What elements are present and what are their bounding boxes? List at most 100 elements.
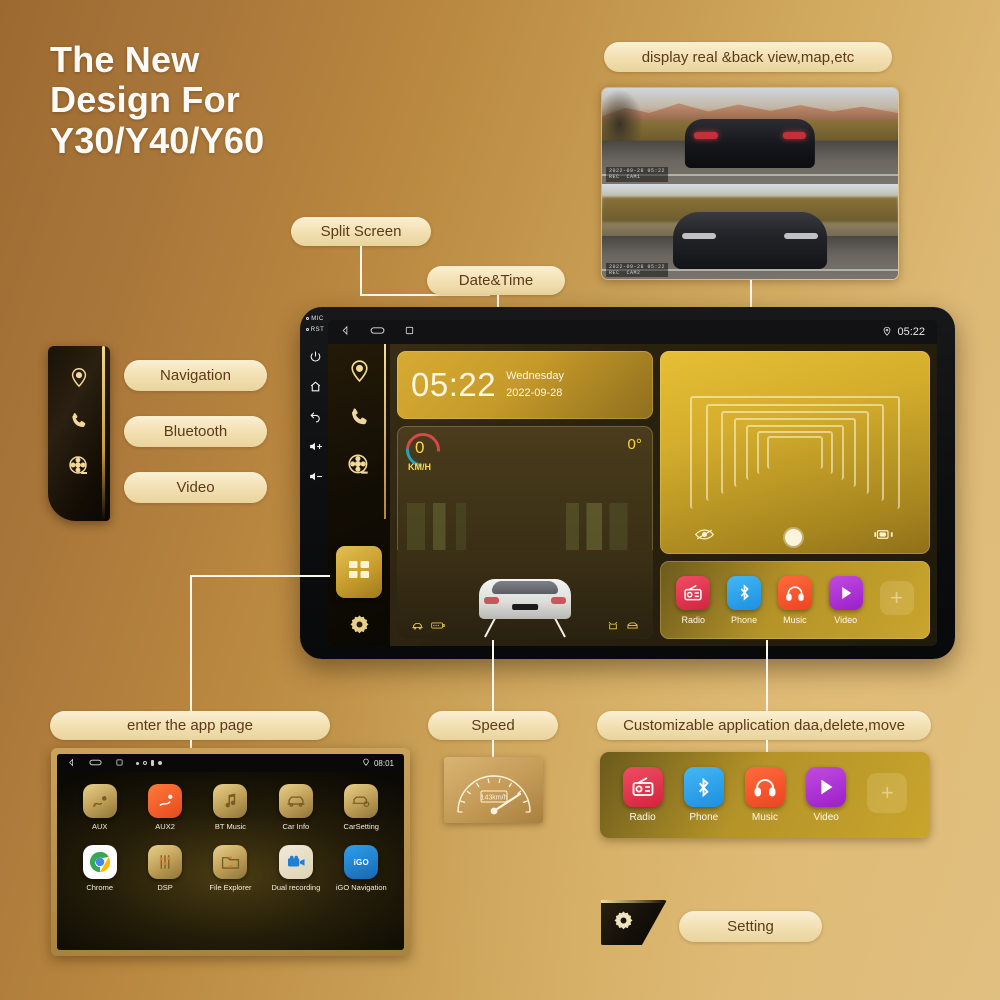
- app-label: AUX: [91, 822, 108, 831]
- app-item-bt-music[interactable]: BT Music: [198, 784, 262, 831]
- app-item-aux2[interactable]: AUX2: [133, 784, 197, 831]
- recents-icon[interactable]: [115, 754, 124, 772]
- dock-app-music[interactable]: Music: [777, 575, 812, 625]
- clock-date-block: Wednesday 2022-09-28: [506, 368, 564, 402]
- usb-icon: [151, 760, 154, 766]
- clock-weekday: Wednesday: [506, 369, 564, 382]
- shutter-icon[interactable]: [785, 528, 803, 546]
- dock-zoom-app-radio[interactable]: Radio: [622, 767, 663, 823]
- app-label: BT Music: [214, 822, 247, 831]
- left-column: 05:22 Wednesday 2022-09-28 0 KM/H 0°: [397, 351, 653, 639]
- dock-app-label: Music: [751, 812, 779, 823]
- sidebar-item-navigation[interactable]: [347, 358, 372, 383]
- dock-app-radio[interactable]: Radio: [676, 575, 711, 625]
- heading-degrees: 0°: [627, 436, 642, 453]
- sidebar-item-settings[interactable]: [328, 614, 390, 640]
- callout-split-screen: Split Screen: [291, 217, 431, 246]
- film-reel-icon: [67, 454, 91, 483]
- dock-zoom-app-phone[interactable]: Phone: [683, 767, 724, 823]
- eye-preview-icon[interactable]: [695, 528, 715, 546]
- app-item-car-setting[interactable]: CarSetting: [329, 784, 393, 831]
- radio-icon: [622, 767, 663, 807]
- volume-up-icon[interactable]: [308, 440, 323, 458]
- dock-app-add[interactable]: +: [879, 580, 914, 620]
- app-item-chrome[interactable]: Chrome: [68, 845, 132, 892]
- app-label: CarSetting: [343, 822, 379, 831]
- equalizer-icon: [148, 845, 183, 879]
- app-page-time: 08:01: [373, 758, 394, 768]
- title-line-1: The New: [50, 39, 200, 80]
- sidebar-item-video[interactable]: [346, 452, 372, 478]
- gear-icon: [349, 614, 370, 640]
- phone-icon: [68, 410, 90, 437]
- roadside-bush: [602, 89, 644, 148]
- clock-widget[interactable]: 05:22 Wednesday 2022-09-28: [397, 351, 653, 419]
- car-setting-icon: [344, 784, 379, 818]
- title-line-3: Y30/Y40/Y60: [50, 119, 265, 161]
- home-icon[interactable]: [309, 380, 322, 398]
- dvr-widget[interactable]: [659, 351, 930, 554]
- location-icon: [882, 326, 892, 339]
- app-item-dual-recording[interactable]: Dual recording: [264, 845, 328, 892]
- car-status-icons: [397, 617, 653, 635]
- feature-tab-left: [48, 346, 110, 521]
- app-dock: Radio Phone Music Video +: [659, 561, 930, 639]
- back-icon[interactable]: [67, 754, 76, 772]
- home-desktop: 05:22 Wednesday 2022-09-28 0 KM/H 0° Rad…: [328, 344, 937, 646]
- leader-line-app-page-h: [190, 575, 330, 577]
- app-item-file-explorer[interactable]: File Explorer: [198, 845, 262, 892]
- page-title: The New Design For Y30/Y40/Y60: [50, 39, 265, 161]
- plus-icon: +: [867, 772, 908, 813]
- dock-app-phone[interactable]: Phone: [727, 575, 762, 625]
- leader-line-app-page-v: [190, 575, 192, 712]
- chrome-icon: [82, 845, 117, 879]
- clock-time: 05:22: [411, 366, 497, 403]
- plus-icon: +: [879, 580, 914, 615]
- head-unit-screen: 05:22 05:22 Wednesday 2022-09-28 0 KM/H …: [328, 320, 937, 646]
- sidebar-rail: [328, 344, 390, 646]
- car-info-icon: [278, 784, 313, 818]
- dock-zoom-app-music[interactable]: Music: [744, 767, 785, 823]
- speed-widget[interactable]: 0 KM/H 0°: [397, 426, 653, 639]
- volume-down-icon[interactable]: [308, 470, 323, 488]
- back-icon[interactable]: [309, 410, 322, 428]
- app-grid-icon: [347, 558, 371, 587]
- home-icon[interactable]: [89, 754, 102, 772]
- back-icon[interactable]: [340, 323, 351, 341]
- dock-app-label: Phone: [731, 614, 758, 625]
- dock-zoom-app-add[interactable]: +: [867, 772, 908, 818]
- sidebar-item-apps[interactable]: [336, 546, 382, 598]
- headphones-icon: [777, 575, 812, 610]
- app-item-car-info[interactable]: Car Info: [264, 784, 328, 831]
- app-label: iGO Navigation: [335, 883, 387, 892]
- camera-front-view: 2022-09-28 05:22 REC CAM2: [602, 183, 898, 279]
- trunk-icon: [626, 617, 639, 635]
- hardware-button-column: MIC RST: [300, 307, 330, 659]
- dock-zoom-callout: Radio Phone Music Video +: [600, 752, 930, 838]
- home-icon[interactable]: [370, 323, 385, 341]
- callout-date-time: Date&Time: [427, 266, 565, 295]
- app-item-aux[interactable]: AUX: [68, 784, 132, 831]
- dock-app-label: Radio: [629, 812, 656, 823]
- sidebar-item-phone[interactable]: [347, 405, 372, 430]
- app-item-igo-navigation[interactable]: iGO iGO Navigation: [329, 845, 393, 892]
- dock-zoom-app-video[interactable]: Video: [806, 767, 847, 823]
- folder-icon: [213, 845, 248, 879]
- app-label: DSP: [157, 883, 173, 892]
- dock-app-video[interactable]: Video: [828, 575, 863, 625]
- setting-tab: [601, 900, 667, 945]
- app-item-dsp[interactable]: DSP: [133, 845, 197, 892]
- location-pin-icon: [68, 366, 90, 393]
- recents-icon[interactable]: [404, 323, 415, 341]
- app-page-status-bar: 08:01: [57, 754, 404, 772]
- callout-video: Video: [124, 472, 267, 503]
- camera-rear-view: 2022-09-28 05:22 REC CAM1: [602, 88, 898, 184]
- callout-setting: Setting: [679, 911, 822, 942]
- status-bar: 05:22: [328, 320, 937, 344]
- right-column: Radio Phone Music Video +: [659, 351, 930, 639]
- app-label: Dual recording: [271, 883, 321, 892]
- headphones-icon: [744, 767, 785, 807]
- callout-app-page: enter the app page: [50, 711, 330, 740]
- power-icon[interactable]: [309, 350, 322, 368]
- camcorder-icon[interactable]: [873, 528, 894, 546]
